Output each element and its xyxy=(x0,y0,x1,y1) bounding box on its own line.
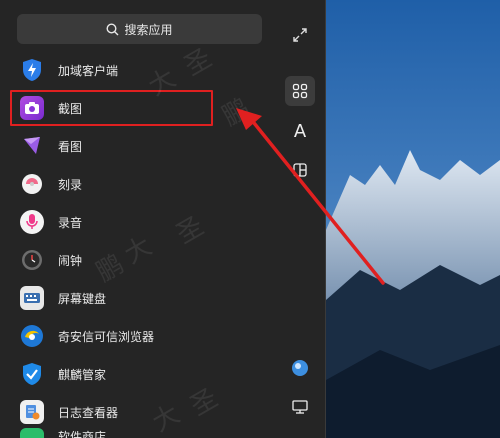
function-sort-button[interactable] xyxy=(285,155,315,185)
app-launcher-panel: 搜索应用 加域客户端 截图 看图 刻录 录音 闹钟 屏幕键盘 奇安信可信浏览器 … xyxy=(0,0,326,438)
burner-icon xyxy=(20,172,44,196)
monitor-icon xyxy=(292,400,308,414)
app-item-kylin-manager[interactable]: 麒麟管家 xyxy=(12,356,274,392)
store-icon xyxy=(20,428,44,438)
keyboard-icon xyxy=(20,286,44,310)
letter-sort-button[interactable]: A xyxy=(285,116,315,146)
screenshot-highlight-box xyxy=(10,90,213,126)
log-viewer-icon xyxy=(20,400,44,424)
alarm-clock-icon xyxy=(20,248,44,272)
app-item-log-viewer[interactable]: 日志查看器 xyxy=(12,394,274,430)
user-avatar-button[interactable] xyxy=(285,353,315,383)
microphone-icon xyxy=(20,210,44,234)
search-icon xyxy=(106,22,119,35)
app-item-recorder[interactable]: 录音 xyxy=(12,204,274,240)
app-label: 闹钟 xyxy=(58,253,83,268)
app-item-burner[interactable]: 刻录 xyxy=(12,166,274,202)
app-label: 日志查看器 xyxy=(58,405,119,420)
app-item-image-viewer[interactable]: 看图 xyxy=(12,128,274,164)
browser-icon xyxy=(20,324,44,348)
shield-bolt-icon xyxy=(20,58,44,82)
app-label: 软件商店 xyxy=(58,430,107,438)
app-label: 麒麟管家 xyxy=(58,367,107,382)
grid-icon xyxy=(292,83,308,99)
category-view-button[interactable] xyxy=(285,76,315,106)
letter-a-icon: A xyxy=(293,120,307,142)
app-item-qianxin-browser[interactable]: 奇安信可信浏览器 xyxy=(12,318,274,354)
app-label: 看图 xyxy=(58,139,83,154)
app-label: 录音 xyxy=(58,215,83,230)
search-apps-box[interactable]: 搜索应用 xyxy=(17,14,262,44)
expand-icon xyxy=(293,28,307,42)
shield-check-icon xyxy=(20,362,44,386)
app-item-software-store[interactable]: 软件商店 xyxy=(12,428,274,438)
layout-icon xyxy=(293,163,307,177)
app-label: 奇安信可信浏览器 xyxy=(58,329,155,344)
image-viewer-icon xyxy=(20,134,44,158)
computer-button[interactable] xyxy=(285,392,315,422)
app-label: 加域客户端 xyxy=(58,63,119,78)
avatar-icon xyxy=(292,360,308,376)
app-item-domain-client[interactable]: 加域客户端 xyxy=(12,52,274,88)
fullscreen-button[interactable] xyxy=(285,20,315,50)
app-item-alarm[interactable]: 闹钟 xyxy=(12,242,274,278)
app-item-onscreen-keyboard[interactable]: 屏幕键盘 xyxy=(12,280,274,316)
app-label: 刻录 xyxy=(58,177,83,192)
app-label: 屏幕键盘 xyxy=(58,291,107,306)
search-placeholder: 搜索应用 xyxy=(124,22,173,37)
